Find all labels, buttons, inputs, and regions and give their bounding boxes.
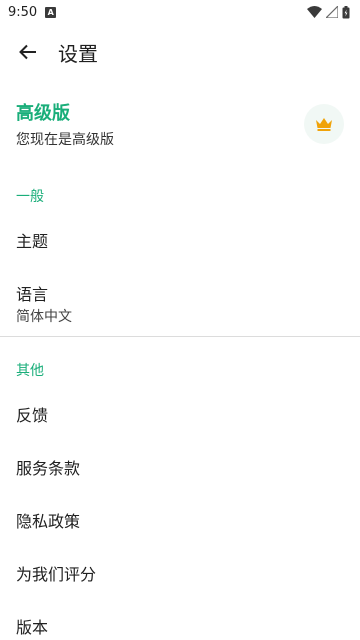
settings-item-language[interactable]: 语言 简体中文 — [0, 281, 360, 326]
notification-icon: A — [45, 6, 57, 18]
status-time: 9:50 — [8, 4, 38, 20]
section-divider — [0, 336, 360, 337]
section-header-general: 一般 — [16, 189, 44, 205]
settings-item-version[interactable]: 版本 — [0, 614, 360, 638]
settings-item-theme[interactable]: 主题 — [0, 228, 360, 252]
crown-icon — [316, 117, 332, 131]
crown-badge — [304, 104, 344, 144]
page-title: 设置 — [58, 41, 98, 66]
language-label: 语言 — [16, 285, 49, 304]
signal-icon — [326, 6, 338, 18]
battery-icon — [342, 5, 350, 18]
arrow-left-icon — [19, 44, 36, 60]
status-bar: 9:50 A — [0, 0, 360, 24]
premium-title: 高级版 — [16, 103, 70, 124]
settings-item-privacy[interactable]: 隐私政策 — [0, 508, 360, 532]
feedback-label: 反馈 — [16, 406, 49, 425]
back-button[interactable] — [0, 24, 56, 80]
settings-item-rate[interactable]: 为我们评分 — [0, 561, 360, 585]
premium-subtitle: 您现在是高级版 — [16, 132, 114, 148]
privacy-label: 隐私政策 — [16, 512, 81, 531]
settings-item-terms[interactable]: 服务条款 — [0, 455, 360, 479]
app-bar: 设置 — [0, 24, 360, 80]
section-header-other: 其他 — [16, 363, 44, 379]
language-value: 简体中文 — [16, 309, 72, 325]
premium-banner[interactable]: 高级版 您现在是高级版 — [0, 92, 360, 156]
version-label: 版本 — [16, 618, 49, 637]
status-icons — [307, 5, 350, 19]
terms-label: 服务条款 — [16, 459, 81, 478]
rate-label: 为我们评分 — [16, 565, 97, 584]
wifi-icon — [307, 6, 322, 18]
settings-item-feedback[interactable]: 反馈 — [0, 402, 360, 426]
theme-label: 主题 — [16, 232, 49, 251]
